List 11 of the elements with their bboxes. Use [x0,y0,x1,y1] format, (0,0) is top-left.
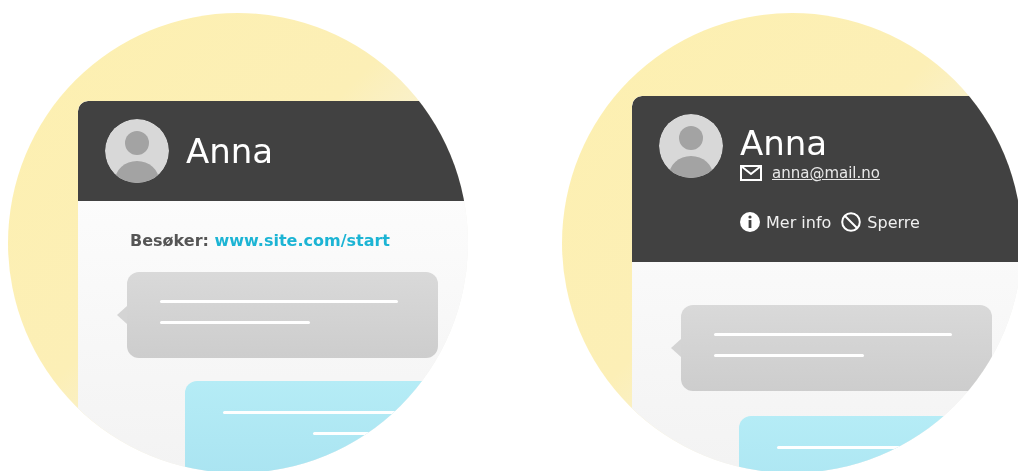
info-button[interactable]: Mer info [740,212,832,232]
avatar-icon [659,114,723,178]
avatar-icon [105,119,169,183]
contact-name: Anna [740,122,829,165]
email-link[interactable]: anna@mail.no [772,164,880,182]
info-icon [740,212,760,232]
visitor-text: Besøker: www.site.com/start [130,231,391,250]
block-button[interactable]: Sperre [841,212,920,232]
contact-name: Anna [186,130,274,173]
block-icon [841,212,862,232]
mail-icon [740,165,762,181]
